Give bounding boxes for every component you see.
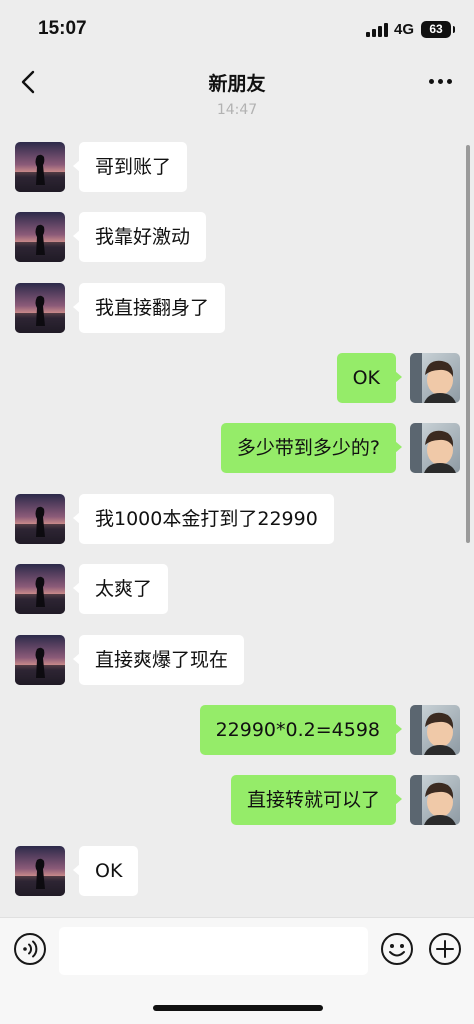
message-bubble[interactable]: OK [72, 846, 139, 896]
contact-avatar[interactable] [15, 846, 65, 896]
my-avatar[interactable] [410, 353, 460, 403]
signal-icon [366, 23, 388, 37]
message-bubble[interactable]: 直接爽爆了现在 [72, 635, 245, 685]
more-options-icon[interactable] [424, 71, 456, 91]
contact-avatar[interactable] [15, 564, 65, 614]
message-timestamp: 14:47 [216, 102, 258, 118]
scrollbar[interactable] [466, 145, 470, 543]
message-bubble[interactable]: 哥到账了 [72, 142, 188, 192]
message-bubble[interactable]: 22990*0.2=4598 [199, 705, 403, 755]
contact-avatar[interactable] [15, 212, 65, 262]
my-avatar[interactable] [410, 775, 460, 825]
status-time: 15:07 [38, 18, 87, 39]
contact-avatar[interactable] [15, 494, 65, 544]
status-bar: 15:07 4G 63 [0, 0, 474, 58]
message-bubble[interactable]: 多少带到多少的? [220, 423, 403, 473]
battery-icon: 63 [421, 21, 455, 38]
nav-bar: 新朋友 [0, 58, 474, 106]
voice-icon[interactable] [13, 932, 47, 966]
message-input[interactable] [59, 927, 368, 975]
message-bubble[interactable]: 我靠好激动 [72, 212, 207, 262]
home-indicator [153, 1005, 323, 1011]
my-avatar[interactable] [410, 423, 460, 473]
plus-icon[interactable] [428, 932, 462, 966]
contact-avatar[interactable] [15, 635, 65, 685]
message-bubble[interactable]: 我1000本金打到了22990 [73, 494, 334, 544]
contact-avatar[interactable] [15, 142, 65, 192]
message-bubble[interactable]: 我直接翻身了 [72, 283, 226, 333]
contact-avatar[interactable] [15, 283, 65, 333]
message-bubble[interactable]: 太爽了 [72, 564, 169, 614]
emoji-icon[interactable] [380, 932, 414, 966]
message-bubble[interactable]: OK [336, 353, 403, 403]
chat-title: 新朋友 [208, 73, 266, 95]
network-type: 4G [394, 21, 415, 38]
my-avatar[interactable] [410, 705, 460, 755]
message-bubble[interactable]: 直接转就可以了 [230, 775, 403, 825]
